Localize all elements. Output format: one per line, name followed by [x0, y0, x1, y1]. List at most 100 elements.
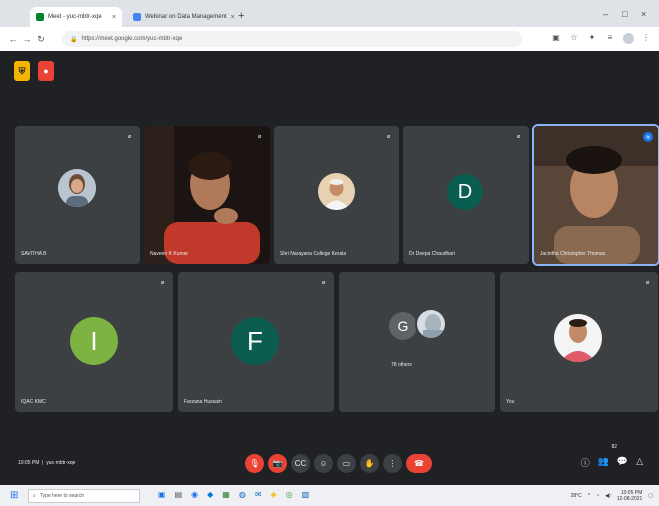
- mic-muted-icon: ⌀: [516, 134, 521, 140]
- taskbar-app-icon[interactable]: ✉: [255, 490, 262, 499]
- meeting-details-icon[interactable]: ⓘ: [581, 456, 590, 469]
- captions-button[interactable]: CC: [291, 454, 310, 473]
- taskbar-app-icon[interactable]: ▣: [158, 490, 166, 499]
- participant-avatar: [415, 308, 447, 340]
- url-field[interactable]: 🔒 https://meet.google.com/yuc-mbtr-xqe: [62, 31, 522, 47]
- participant-name: Naveen K Kumar: [150, 251, 189, 257]
- mic-muted-icon: ⌀: [321, 280, 326, 286]
- tab-label: Webinar on Data Management: [145, 14, 227, 20]
- close-window-button[interactable]: ×: [641, 9, 646, 19]
- meet-stage: ⛨ ● ⌀ SAVITHA B ⌀ Naveen K Kumar ⌀ Shri …: [0, 51, 659, 485]
- taskbar-app-icon[interactable]: ▦: [222, 490, 230, 499]
- participant-tile[interactable]: ⌀ Naveen K Kumar: [144, 126, 270, 264]
- system-tray: 28°C ^ ◔ ◀) 10:05 PM 12-08-2021 ▢: [571, 490, 653, 502]
- browser-menu-icon[interactable]: ⋮: [641, 33, 651, 46]
- taskbar-app-icon[interactable]: ◆: [207, 490, 213, 499]
- participant-tile[interactable]: ⌀ Shri Narayana College Kerala: [274, 126, 399, 264]
- taskbar-app-icon[interactable]: ◈: [271, 490, 277, 499]
- meeting-status-icons: ⛨ ●: [14, 61, 54, 81]
- participant-name: You: [506, 399, 515, 405]
- taskbar-app-icon[interactable]: ▤: [175, 490, 183, 499]
- chat-icon[interactable]: 💬: [617, 456, 628, 469]
- back-icon[interactable]: ←: [6, 34, 20, 44]
- maximize-button[interactable]: □: [622, 9, 627, 19]
- profile-avatar[interactable]: [623, 33, 634, 46]
- participant-avatar: [58, 169, 96, 207]
- weather-text: 28°C: [570, 493, 582, 499]
- close-tab-icon[interactable]: ×: [231, 14, 235, 21]
- browser-tab-bar: Meet - yuc-mbtr-xqe × Webinar on Data Ma…: [0, 0, 659, 27]
- taskbar-apps: ▣ ▤ ◉ ◆ ▦ ◍ ✉ ◈ ◎ ▧: [158, 490, 309, 499]
- volume-icon[interactable]: ◀): [605, 493, 611, 499]
- participant-name: IQAC KMC: [21, 399, 46, 405]
- participant-tile[interactable]: F ⌀ Farzana Hussain: [178, 272, 334, 412]
- extensions-icon[interactable]: ✦: [587, 33, 597, 46]
- end-call-button[interactable]: ☎: [406, 454, 432, 473]
- forward-icon[interactable]: →: [20, 34, 34, 44]
- taskbar-app-icon[interactable]: ◎: [286, 490, 293, 499]
- notification-icon[interactable]: ▢: [648, 493, 653, 499]
- tab-webinar[interactable]: Webinar on Data Management ×: [127, 7, 235, 27]
- camera-off-button[interactable]: 📷: [268, 454, 287, 473]
- call-controls: 🎙 📷 CC ☺ ▭ ✋ ⋮ ☎: [245, 454, 432, 473]
- participant-tile-speaking[interactable]: ≋ Jacintha Christopher Thomas: [532, 124, 659, 266]
- participant-tile[interactable]: D ⌀ Dr Deepa Chaudhari: [403, 126, 529, 264]
- meet-favicon-icon: [36, 13, 44, 21]
- tab-label: Meet - yuc-mbtr-xqe: [48, 14, 102, 20]
- raise-hand-button[interactable]: ✋: [360, 454, 379, 473]
- taskbar-app-icon[interactable]: ▧: [302, 490, 310, 499]
- participant-name: Dr Deepa Chaudhari: [409, 251, 455, 257]
- search-icon: ⌕: [33, 493, 36, 499]
- camera-permission-icon[interactable]: ▣: [551, 33, 561, 46]
- others-tile[interactable]: G 78 others: [339, 272, 495, 412]
- reading-list-icon[interactable]: ≡: [605, 33, 615, 46]
- tray-chevron-icon[interactable]: ^: [588, 493, 590, 499]
- mic-muted-icon: ⌀: [257, 134, 262, 140]
- participant-avatar: F: [231, 317, 279, 365]
- taskbar-app-icon[interactable]: ◉: [191, 490, 198, 499]
- speaking-indicator-icon: ≋: [643, 132, 653, 142]
- participant-tile[interactable]: ⌀ SAVITHA B: [15, 126, 140, 264]
- tab-meet[interactable]: Meet - yuc-mbtr-xqe ×: [30, 7, 122, 27]
- windows-start-icon[interactable]: ⊞: [10, 490, 18, 501]
- mic-muted-icon: ⌀: [160, 280, 165, 286]
- windows-taskbar: ⊞ ⌕ Type here to search ▣ ▤ ◉ ◆ ▦ ◍ ✉ ◈ …: [0, 485, 659, 506]
- close-tab-icon[interactable]: ×: [112, 14, 116, 21]
- bookmark-star-icon[interactable]: ☆: [569, 33, 579, 46]
- network-icon[interactable]: ◔: [596, 493, 599, 499]
- more-options-button[interactable]: ⋮: [383, 454, 402, 473]
- mic-muted-icon: ⌀: [386, 134, 391, 140]
- shield-icon[interactable]: ⛨: [14, 61, 30, 81]
- participant-video: [534, 126, 658, 264]
- present-button[interactable]: ▭: [337, 454, 356, 473]
- participant-tile-self[interactable]: ⌀ You: [500, 272, 658, 412]
- search-placeholder: Type here to search: [39, 493, 85, 499]
- participant-tile[interactable]: I ⌀ IQAC KMC: [15, 272, 173, 412]
- mic-muted-icon: ⌀: [127, 134, 132, 140]
- system-clock[interactable]: 10:05 PM 12-08-2021: [617, 490, 643, 502]
- participant-name: Jacintha Christopher Thomas: [540, 251, 606, 257]
- address-bar: ← → ↻ 🔒 https://meet.google.com/yuc-mbtr…: [0, 27, 659, 51]
- participant-avatar: G: [389, 312, 417, 340]
- activities-icon[interactable]: △: [636, 456, 643, 469]
- participant-name: Farzana Hussain: [184, 399, 222, 405]
- mic-muted-icon: ⌀: [645, 280, 650, 286]
- minimize-button[interactable]: –: [603, 9, 608, 19]
- participant-avatar: [554, 314, 602, 362]
- browser-toolbar: ▣ ☆ ✦ ≡ ⋮: [551, 33, 651, 46]
- new-tab-button[interactable]: +: [238, 10, 244, 22]
- people-icon[interactable]: 👥: [598, 456, 609, 469]
- recording-icon[interactable]: ●: [38, 61, 54, 81]
- meeting-clock: 10:05 PM | yuc-mbtr-xqe: [18, 460, 76, 466]
- taskbar-search-input[interactable]: ⌕ Type here to search: [28, 489, 140, 503]
- emoji-button[interactable]: ☺: [314, 454, 333, 473]
- participant-avatar: [318, 173, 355, 210]
- participant-video: [144, 126, 270, 264]
- people-count-badge: 82: [611, 444, 617, 450]
- reload-icon[interactable]: ↻: [34, 34, 48, 45]
- participant-name: Shri Narayana College Kerala: [280, 251, 347, 257]
- participant-name: SAVITHA B: [21, 251, 47, 257]
- participant-avatar: I: [70, 317, 118, 365]
- mic-off-button[interactable]: 🎙: [245, 454, 264, 473]
- taskbar-app-icon[interactable]: ◍: [239, 490, 246, 499]
